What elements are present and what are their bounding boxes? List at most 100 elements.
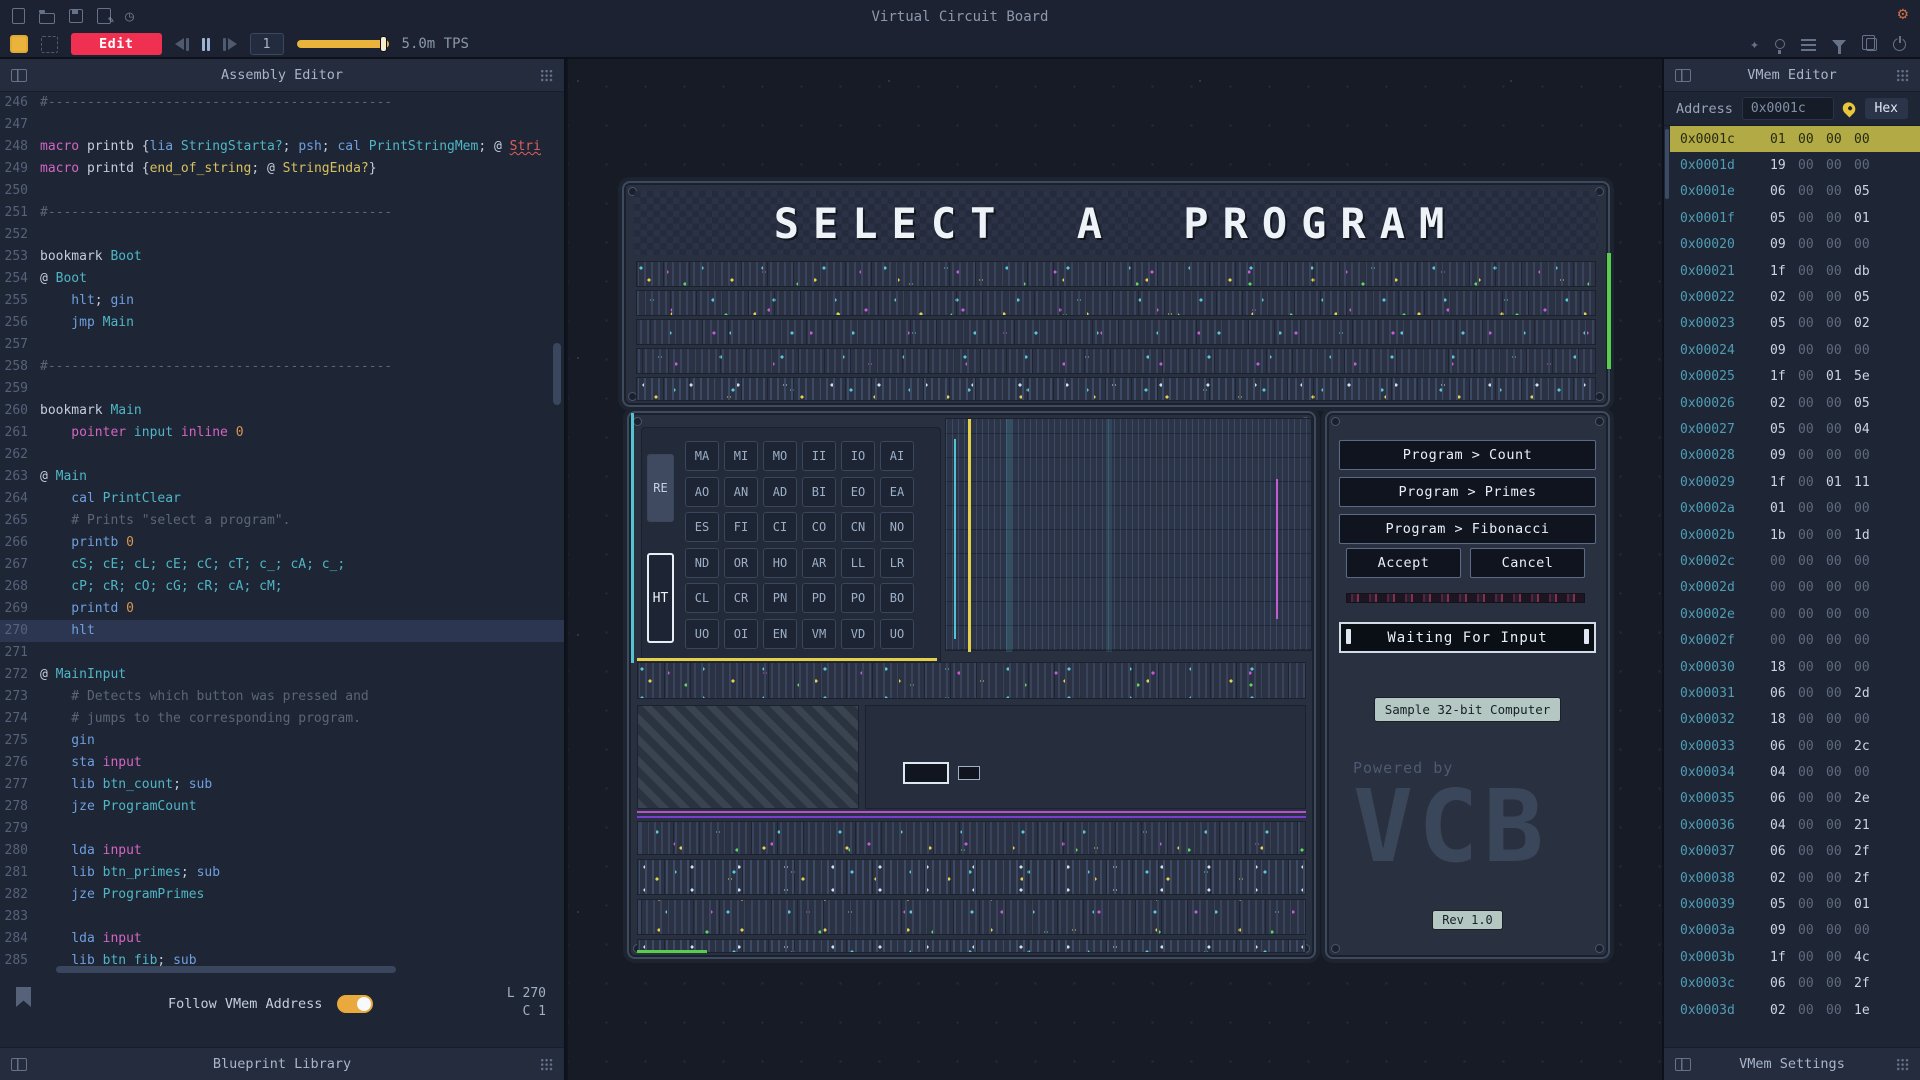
keypad-key-oi-51[interactable]: OI <box>724 619 758 649</box>
code-line-272[interactable]: 272@ MainInput <box>0 664 564 686</box>
horizontal-scrollbar[interactable] <box>56 966 396 973</box>
code-line-270[interactable]: 270 hlt <box>0 620 564 642</box>
selection-tool-icon[interactable] <box>41 36 58 53</box>
code-line-278[interactable]: 278 jze ProgramCount <box>0 796 564 818</box>
code-line-249[interactable]: 249macro printd {end_of_string; @ String… <box>0 158 564 180</box>
keypad-key-mo-02[interactable]: MO <box>763 441 797 471</box>
code-line-267[interactable]: 267 cS; cE; cL; cE; cC; cT; c_; cA; c_; <box>0 554 564 576</box>
code-line-248[interactable]: 248macro printb {lia StringStarta?; psh;… <box>0 136 564 158</box>
keypad-key-ht[interactable]: HT <box>647 553 674 643</box>
bookmark-icon[interactable] <box>16 987 31 1007</box>
ink-color-swatch[interactable] <box>10 35 28 53</box>
vmem-row-0x0003a[interactable]: 0x0003a09000000 <box>1670 918 1920 944</box>
keypad-key-cn-24[interactable]: CN <box>841 512 875 542</box>
keypad-key-an-11[interactable]: AN <box>724 477 758 507</box>
vmem-row-0x00022[interactable]: 0x0002202000005 <box>1670 284 1920 310</box>
follow-vmem-toggle[interactable] <box>337 995 373 1013</box>
keypad-key-or-31[interactable]: OR <box>724 548 758 578</box>
code-line-284[interactable]: 284 lda input <box>0 928 564 950</box>
keypad-key-pn-42[interactable]: PN <box>763 583 797 613</box>
code-line-252[interactable]: 252 <box>0 224 564 246</box>
drag-handle-icon[interactable] <box>1896 1058 1909 1071</box>
keypad-key-fi-21[interactable]: FI <box>724 512 758 542</box>
vmem-row-0x0002e[interactable]: 0x0002e00000000 <box>1670 601 1920 627</box>
vmem-row-0x00033[interactable]: 0x000330600002c <box>1670 733 1920 759</box>
code-line-250[interactable]: 250 <box>0 180 564 202</box>
code-line-251[interactable]: 251#------------------------------------… <box>0 202 564 224</box>
code-line-275[interactable]: 275 gin <box>0 730 564 752</box>
drag-handle-icon[interactable] <box>540 1058 553 1071</box>
code-line-262[interactable]: 262 <box>0 444 564 466</box>
keypad-key-nd-30[interactable]: ND <box>685 548 719 578</box>
keypad-key-lr-35[interactable]: LR <box>880 548 914 578</box>
code-line-266[interactable]: 266 printb 0 <box>0 532 564 554</box>
keypad-key-ad-12[interactable]: AD <box>763 477 797 507</box>
vmem-row-0x00020[interactable]: 0x0002009000000 <box>1670 232 1920 258</box>
vmem-row-0x0003b[interactable]: 0x0003b1f00004c <box>1670 944 1920 970</box>
edit-mode-button[interactable]: Edit <box>71 33 162 55</box>
pin-icon[interactable] <box>1840 100 1858 118</box>
code-line-277[interactable]: 277 lib btn_count; sub <box>0 774 564 796</box>
vmem-row-0x00037[interactable]: 0x000370600002f <box>1670 839 1920 865</box>
vmem-row-0x0001d[interactable]: 0x0001d19000000 <box>1670 152 1920 178</box>
keypad-key-ll-34[interactable]: LL <box>841 548 875 578</box>
panel-collapse-icon[interactable] <box>11 1058 27 1071</box>
vmem-row-0x0001e[interactable]: 0x0001e06000005 <box>1670 179 1920 205</box>
step-back-button[interactable] <box>175 38 189 51</box>
keypad-key-cl-40[interactable]: CL <box>685 583 719 613</box>
lamp-icon[interactable] <box>1775 39 1785 49</box>
keypad-key-bo-45[interactable]: BO <box>880 583 914 613</box>
vmem-row-0x0001c[interactable]: 0x0001c01000000 <box>1670 126 1920 152</box>
vmem-row-0x00031[interactable]: 0x000310600002d <box>1670 680 1920 706</box>
vmem-row-0x0002b[interactable]: 0x0002b1b00001d <box>1670 522 1920 548</box>
keypad-key-ai-05[interactable]: AI <box>880 441 914 471</box>
vmem-row-0x0002f[interactable]: 0x0002f00000000 <box>1670 627 1920 653</box>
vmem-row-0x00036[interactable]: 0x0003604000021 <box>1670 812 1920 838</box>
step-count-box[interactable]: 1 <box>250 33 284 55</box>
vmem-row-0x00021[interactable]: 0x000211f0000db <box>1670 258 1920 284</box>
code-line-261[interactable]: 261 pointer input inline 0 <box>0 422 564 444</box>
code-line-271[interactable]: 271 <box>0 642 564 664</box>
accept-button[interactable]: Accept <box>1346 548 1461 578</box>
keypad-key-mi-01[interactable]: MI <box>724 441 758 471</box>
keypad-key-cr-41[interactable]: CR <box>724 583 758 613</box>
vmem-table[interactable]: 0x0001c010000000x0001d190000000x0001e060… <box>1670 126 1920 1047</box>
hex-mode-button[interactable]: Hex <box>1865 98 1908 119</box>
keypad-key-ao-10[interactable]: AO <box>685 477 719 507</box>
vertical-scrollbar[interactable] <box>553 343 561 405</box>
address-input[interactable]: 0x0001c <box>1742 97 1834 120</box>
vmem-row-0x0002a[interactable]: 0x0002a01000000 <box>1670 495 1920 521</box>
step-forward-button[interactable] <box>223 38 237 51</box>
code-line-258[interactable]: 258#------------------------------------… <box>0 356 564 378</box>
code-line-257[interactable]: 257 <box>0 334 564 356</box>
program-button-0[interactable]: Program > Count <box>1339 440 1596 470</box>
keypad-key-ho-32[interactable]: HO <box>763 548 797 578</box>
vmem-row-0x00030[interactable]: 0x0003018000000 <box>1670 654 1920 680</box>
keypad-key-uo-55[interactable]: UO <box>880 619 914 649</box>
filter-icon[interactable] <box>1832 40 1846 48</box>
code-line-246[interactable]: 246#------------------------------------… <box>0 92 564 114</box>
vmem-row-0x00032[interactable]: 0x0003218000000 <box>1670 707 1920 733</box>
vmem-row-0x00027[interactable]: 0x0002705000004 <box>1670 416 1920 442</box>
keypad-key-io-04[interactable]: IO <box>841 441 875 471</box>
power-icon[interactable] <box>1893 38 1906 51</box>
code-line-255[interactable]: 255 hlt; gin <box>0 290 564 312</box>
code-line-268[interactable]: 268 cP; cR; cO; cG; cR; cA; cM; <box>0 576 564 598</box>
panel-collapse-icon[interactable] <box>1675 69 1691 82</box>
vmem-row-0x00039[interactable]: 0x0003905000001 <box>1670 891 1920 917</box>
settings-gear-icon[interactable]: ⚙ <box>1898 4 1908 24</box>
code-line-280[interactable]: 280 lda input <box>0 840 564 862</box>
code-line-276[interactable]: 276 sta input <box>0 752 564 774</box>
code-line-279[interactable]: 279 <box>0 818 564 840</box>
code-line-254[interactable]: 254@ Boot <box>0 268 564 290</box>
vmem-row-0x00028[interactable]: 0x0002809000000 <box>1670 443 1920 469</box>
vmem-row-0x00038[interactable]: 0x000380200002f <box>1670 865 1920 891</box>
keypad-key-ci-22[interactable]: CI <box>763 512 797 542</box>
keypad-key-eo-14[interactable]: EO <box>841 477 875 507</box>
pause-button[interactable] <box>202 38 210 51</box>
keypad-key-co-23[interactable]: CO <box>802 512 836 542</box>
vmem-row-0x0002c[interactable]: 0x0002c00000000 <box>1670 548 1920 574</box>
panel-collapse-icon[interactable] <box>1675 1058 1691 1071</box>
vmem-row-0x00025[interactable]: 0x000251f00015e <box>1670 364 1920 390</box>
code-line-273[interactable]: 273 # Detects which button was pressed a… <box>0 686 564 708</box>
